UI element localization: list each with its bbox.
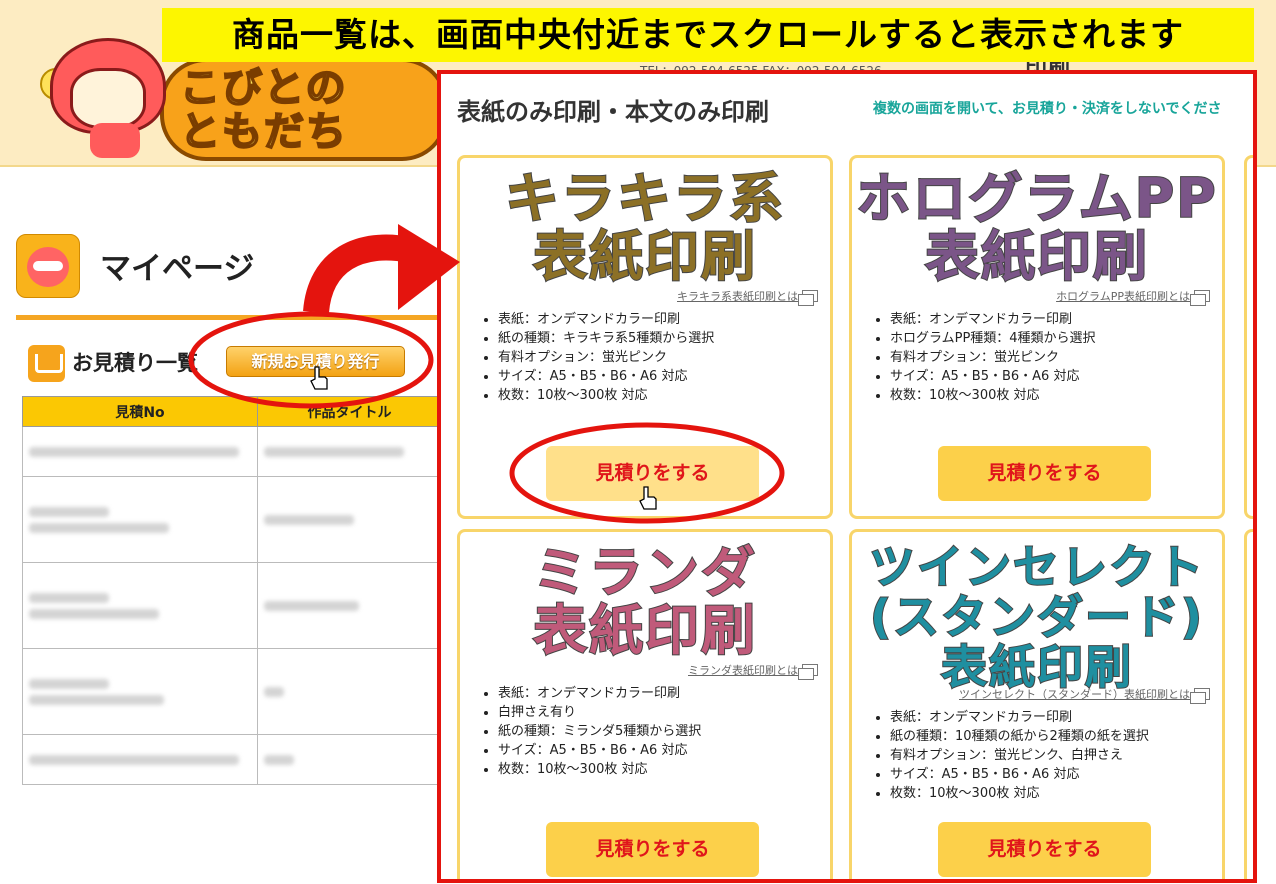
instruction-banner: 商品一覧は、画面中央付近までスクロールすると表示されます (162, 8, 1254, 62)
card-feature-list: 表紙：オンデマンドカラー印刷 紙の種類：10種類の紙から2種類の紙を選択 有料オ… (872, 708, 1149, 803)
list-item: 表紙：オンデマンドカラー印刷 (890, 708, 1149, 727)
list-item: 紙の種類：10種類の紙から2種類の紙を選択 (890, 727, 1149, 746)
logo-wordmark: こびとの ともだち (179, 65, 348, 155)
product-list-panel: 表紙のみ印刷・本文のみ印刷 複数の画面を開いて、お見積り・決済をしないでくださ … (437, 70, 1257, 883)
column-header-work-title: 作品タイトル (257, 396, 442, 427)
list-item: サイズ：A5・B5・B6・A6 対応 (890, 367, 1096, 386)
list-item: 表紙：オンデマンドカラー印刷 (890, 310, 1096, 329)
external-window-icon (798, 664, 818, 680)
external-window-icon (1190, 688, 1210, 704)
logo-line1: こびとの (179, 65, 348, 111)
product-card-kirakira: キラキラ系表紙印刷 キラキラ系表紙印刷とは 表紙：オンデマンドカラー印刷 紙の種… (457, 155, 833, 519)
page-title: マイページ (100, 251, 255, 287)
mascot-body (90, 123, 140, 158)
mypage-mascot-icon (16, 234, 80, 298)
table-row[interactable] (22, 734, 442, 785)
product-card-peek (1244, 155, 1253, 519)
card-info-link[interactable]: ツインセレクト（スタンダード）表紙印刷とは (959, 686, 1210, 704)
quote-list-title: お見積り一覧 (72, 351, 198, 375)
quote-button[interactable]: 見積りをする (546, 822, 759, 877)
card-title: ホログラムPP 表紙印刷 (855, 167, 1218, 288)
cart-icon (28, 345, 65, 382)
list-item: 表紙：オンデマンドカラー印刷 (498, 310, 714, 329)
list-item: 枚数：10枚～300枚 対応 (890, 784, 1149, 803)
card-title: ミランダ 表紙印刷 (532, 541, 757, 662)
list-item: サイズ：A5・B5・B6・A6 対応 (890, 765, 1149, 784)
product-card-hologram: ホログラムPP表紙印刷 ホログラムPP表紙印刷とは 表紙：オンデマンドカラー印刷… (849, 155, 1225, 519)
quote-button[interactable]: 見積りをする (938, 822, 1151, 877)
table-header-row: 見積No 作品タイトル (22, 396, 442, 427)
card-title: キラキラ系 表紙印刷 (504, 167, 785, 288)
title-underline (16, 315, 446, 320)
quote-table: 見積No 作品タイトル (22, 396, 442, 785)
list-item: 枚数：10枚～300枚 対応 (498, 760, 701, 779)
new-quote-button[interactable]: 新規お見積り発行 (226, 346, 405, 377)
table-row[interactable] (22, 426, 442, 477)
external-window-icon (798, 290, 818, 306)
table-row[interactable] (22, 648, 442, 735)
list-item: サイズ：A5・B5・B6・A6 対応 (498, 741, 701, 760)
list-item: 枚数：10枚～300枚 対応 (498, 386, 714, 405)
logo-line2: ともだち (179, 109, 348, 155)
table-row[interactable] (22, 562, 442, 649)
card-title: ツインセレクト (スタンダード) 表紙印刷 (868, 540, 1205, 694)
card-info-link[interactable]: キラキラ系表紙印刷とは (677, 288, 818, 306)
card-feature-list: 表紙：オンデマンドカラー印刷 ホログラムPP種類：4種類から選択 有料オプション… (872, 310, 1096, 405)
product-card-twinselect: ツインセレクト (スタンダード) 表紙印刷 ツインセレクト（スタンダード）表紙印刷と… (849, 529, 1225, 879)
panel-title: 表紙のみ印刷・本文のみ印刷 (457, 98, 769, 126)
list-item: 表紙：オンデマンドカラー印刷 (498, 684, 701, 703)
table-row[interactable] (22, 476, 442, 563)
list-item: 枚数：10枚～300枚 対応 (890, 386, 1096, 405)
card-feature-list: 表紙：オンデマンドカラー印刷 白押さえ有り 紙の種類：ミランダ5種類から選択 サ… (480, 684, 701, 779)
quote-button[interactable]: 見積りをする (938, 446, 1151, 501)
list-item: サイズ：A5・B5・B6・A6 対応 (498, 367, 714, 386)
list-item: 有料オプション：蛍光ピンク (498, 348, 714, 367)
list-item: 紙の種類：キラキラ系5種類から選択 (498, 329, 714, 348)
callout-arrow-shaft (303, 234, 413, 314)
product-card-miranda: ミランダ表紙印刷 ミランダ表紙印刷とは 表紙：オンデマンドカラー印刷 白押さえ有… (457, 529, 833, 879)
card-feature-list: 表紙：オンデマンドカラー印刷 紙の種類：キラキラ系5種類から選択 有料オプション… (480, 310, 714, 405)
list-item: 有料オプション：蛍光ピンク (890, 348, 1096, 367)
list-item: ホログラムPP種類：4種類から選択 (890, 329, 1096, 348)
column-header-quote-no: 見積No (22, 396, 258, 427)
external-window-icon (1190, 290, 1210, 306)
mascot-face (70, 68, 146, 129)
quote-button[interactable]: 見積りをする (546, 446, 759, 501)
product-card-peek (1244, 529, 1253, 879)
list-item: 有料オプション：蛍光ピンク、白押さえ (890, 746, 1149, 765)
list-item: 紙の種類：ミランダ5種類から選択 (498, 722, 701, 741)
panel-warning-note: 複数の画面を開いて、お見積り・決済をしないでくださ (873, 101, 1222, 117)
card-info-link[interactable]: ホログラムPP表紙印刷とは (1056, 288, 1210, 306)
list-item: 白押さえ有り (498, 703, 701, 722)
card-info-link[interactable]: ミランダ表紙印刷とは (688, 662, 818, 680)
